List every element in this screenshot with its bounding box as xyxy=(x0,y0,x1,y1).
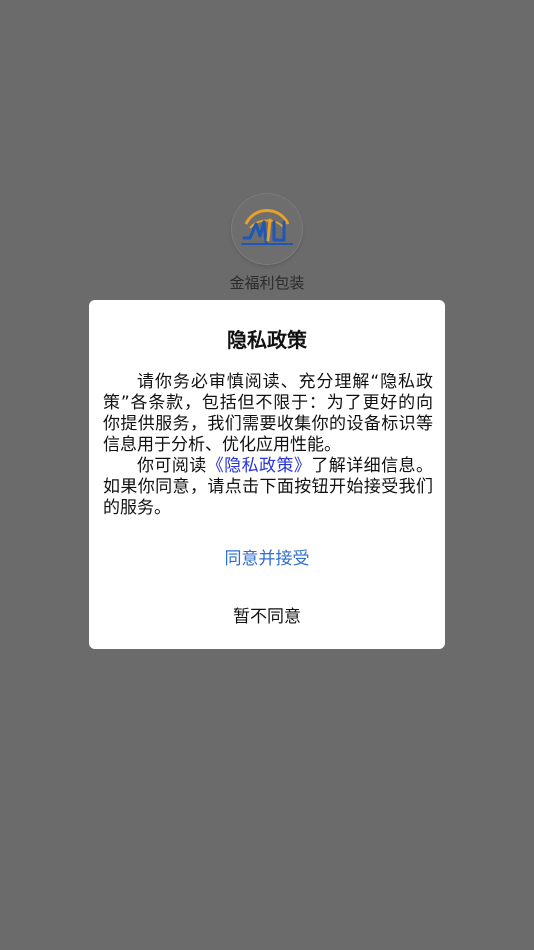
dialog-title: 隐私政策 xyxy=(227,328,307,352)
jinfuli-logo-icon xyxy=(241,209,293,245)
disagree-button[interactable]: 暂不同意 xyxy=(89,596,445,633)
privacy-policy-dialog: 隐私政策 请你务必审慎阅读、充分理解“隐私政策”各条款，包括但不限于：为了更好的… xyxy=(89,300,445,649)
agree-button[interactable]: 同意并接受 xyxy=(89,538,445,575)
policy-paragraph-1: 请你务必审慎阅读、充分理解“隐私政策”各条款，包括但不限于：为了更好的向你提供服… xyxy=(103,372,433,455)
app-name: 金福利包装 xyxy=(229,274,305,292)
policy-paragraph-2-start: 你可阅读 xyxy=(137,456,207,476)
dialog-body: 请你务必审慎阅读、充分理解“隐私政策”各条款，包括但不限于：为了更好的向你提供服… xyxy=(103,372,433,519)
privacy-policy-link[interactable]: 《隐私政策》 xyxy=(207,456,312,476)
policy-paragraph-2: 你可阅读《隐私政策》了解详细信息。如果你同意，请点击下面按钮开始接受我们的服务。 xyxy=(103,456,433,519)
app-logo xyxy=(232,194,302,264)
